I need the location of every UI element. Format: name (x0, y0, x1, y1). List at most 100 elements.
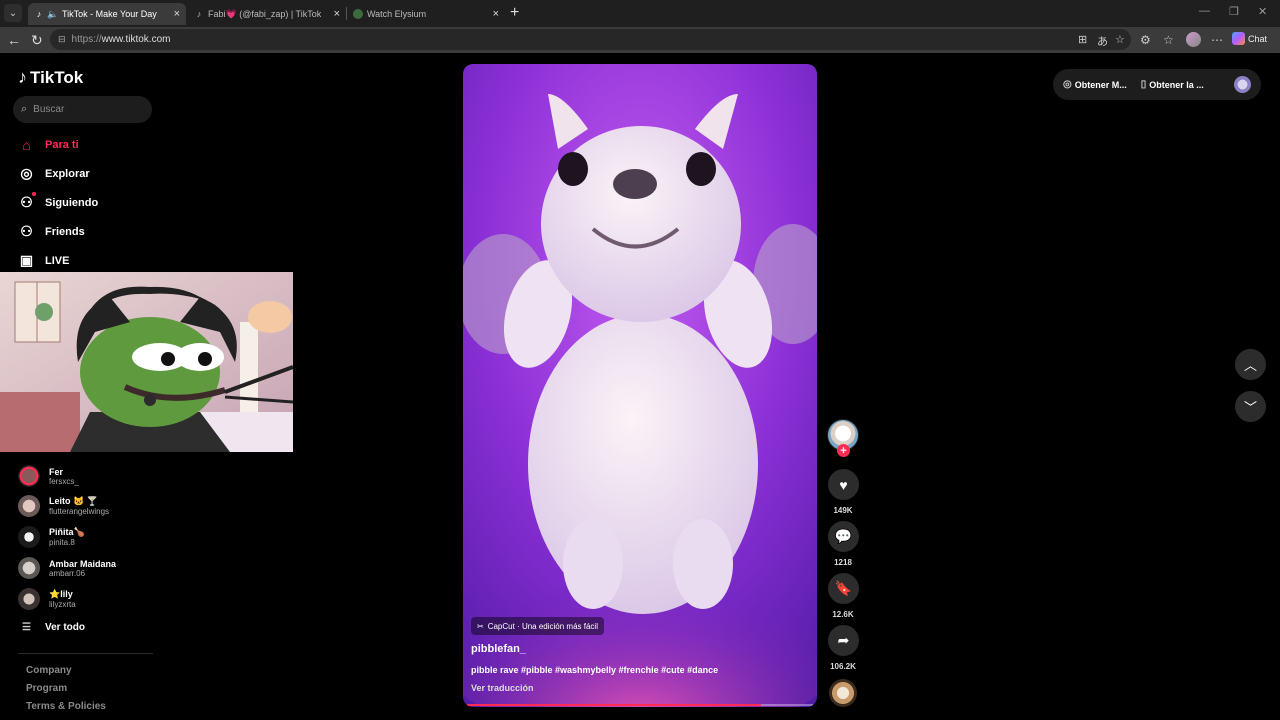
extensions-icon[interactable]: ⚙ (1140, 33, 1151, 47)
following-handle: flutterangelwings (49, 507, 110, 516)
following-item[interactable]: Piñita🍗 pinita.8 (18, 526, 85, 548)
share-icon: ➦ (837, 632, 850, 648)
phone-icon: ▯ (1140, 79, 1147, 90)
tab-title: TikTok - Make Your Day (62, 9, 157, 19)
avatar (18, 526, 40, 548)
compass-icon: ◎ (20, 165, 33, 181)
tiktok-icon: ♪ (196, 9, 202, 19)
music-disc[interactable] (829, 679, 857, 707)
back-icon[interactable]: ← (7, 32, 21, 48)
nav-label: Para ti (45, 138, 79, 151)
avatar (18, 465, 40, 487)
notification-dot (32, 192, 36, 196)
following-item[interactable]: Ambar Maidana ambarr.06 (18, 557, 116, 579)
following-icon: ⚇ (18, 192, 36, 211)
browser-tab-bar: ⌄ ♪ 🔈 TikTok - Make Your Day × ♪ Fabi💗 (… (0, 0, 1280, 27)
follow-plus-button[interactable]: + (837, 444, 850, 457)
friends-icon: ⚇ (20, 223, 33, 239)
share-count: 106.2K (830, 662, 856, 671)
nav-label: Friends (45, 225, 85, 238)
following-name: ⭐lily (49, 589, 73, 599)
following-handle: pinita.8 (49, 538, 75, 547)
tab-tiktok-home[interactable]: ♪ 🔈 TikTok - Make Your Day × (28, 3, 186, 25)
capcut-label: CapCut · Una edición más fácil (487, 621, 598, 631)
refresh-icon[interactable]: ↻ (31, 32, 43, 49)
nav-friends[interactable]: ⚇ Friends (18, 223, 85, 240)
get-coins-button[interactable]: ◎ Obtener M... (1063, 79, 1127, 90)
like-count: 149K (833, 506, 853, 515)
tab-fabi-profile[interactable]: ♪ Fabi💗 (@fabi_zap) | TikTok × (188, 3, 346, 25)
tiktok-logo[interactable]: ♪ TikTok (18, 67, 83, 88)
like-button[interactable]: ♥ (828, 469, 859, 500)
nav-label: Explorar (45, 167, 90, 180)
site-info-icon[interactable]: ⊟ (58, 34, 66, 45)
minimize-icon[interactable]: — (1199, 5, 1210, 17)
close-icon[interactable]: × (174, 8, 180, 20)
tab-watch-elysium[interactable]: Watch Elysium × (347, 3, 505, 25)
new-tab-button[interactable]: + (510, 4, 519, 22)
next-video-button[interactable]: ﹀ (1235, 391, 1266, 422)
following-item[interactable]: Leito 🐱 🍸 flutterangelwings (18, 495, 109, 517)
nav-siguiendo[interactable]: ⚇ Siguiendo (18, 192, 98, 211)
get-app-label: Obtener la ... (1149, 79, 1204, 90)
save-button[interactable]: 🔖 (828, 573, 859, 604)
user-avatar[interactable] (1234, 76, 1251, 93)
close-icon[interactable]: × (334, 8, 340, 20)
chat-label: Chat (1248, 33, 1268, 44)
search-icon: ⌕ (21, 103, 28, 115)
following-item[interactable]: ⭐lily lilyzxrta (18, 588, 76, 610)
url-scheme: https:// (71, 34, 102, 45)
speaker-icon[interactable]: 🔈 (47, 9, 58, 19)
get-app-button[interactable]: ▯ Obtener la ... (1141, 79, 1204, 90)
tab-title: Watch Elysium (367, 9, 427, 19)
more-menu-icon[interactable]: ⋯ (1211, 33, 1223, 47)
see-all-button[interactable]: ☰ Ver todo (22, 622, 85, 633)
nav-explorar[interactable]: ◎ Explorar (18, 165, 90, 182)
video-player[interactable]: ✂ CapCut · Una edición más fácil pibblef… (463, 64, 817, 707)
search-bar[interactable]: ⌕ (13, 96, 152, 123)
nav-para-ti[interactable]: ⌂ Para ti (18, 136, 79, 153)
copilot-chat-button[interactable]: Chat (1232, 32, 1267, 45)
nav-live[interactable]: ▣ LIVE (18, 252, 70, 269)
window-close-icon[interactable]: ✕ (1258, 5, 1267, 18)
heart-icon: ♥ (839, 476, 848, 493)
apps-icon[interactable]: ⊞ (1078, 33, 1087, 46)
tiktok-icon: ♪ (36, 9, 42, 19)
profile-avatar[interactable] (1186, 32, 1201, 47)
avatar (18, 557, 40, 579)
translate-icon[interactable]: あ (1097, 33, 1108, 49)
comment-button[interactable]: 💬 (828, 521, 859, 552)
favorites-icon[interactable]: ☆ (1163, 33, 1174, 47)
tab-list-button[interactable]: ⌄ (4, 4, 22, 22)
chevron-down-icon: ﹀ (1243, 400, 1257, 415)
following-item[interactable]: Fer fersxcs_ (18, 465, 79, 487)
footer-link-program[interactable]: Program (26, 683, 67, 694)
url-field[interactable]: ⊟ https:// www.tiktok.com (50, 29, 1131, 50)
following-handle: ambarr.06 (49, 568, 86, 578)
footer-link-terms[interactable]: Terms & Policies (26, 701, 106, 712)
close-icon[interactable]: × (493, 8, 499, 20)
bookmark-icon: 🔖 (834, 580, 853, 596)
search-input[interactable] (33, 104, 134, 115)
avatar (18, 495, 40, 517)
footer-link-company[interactable]: Company (26, 665, 72, 676)
translate-link[interactable]: Ver traducción (471, 683, 534, 693)
home-icon: ⌂ (22, 136, 31, 153)
favorite-star-icon[interactable]: ☆ (1115, 33, 1125, 46)
top-actions-pill: ◎ Obtener M... ▯ Obtener la ... (1053, 69, 1261, 100)
video-progress-bar[interactable] (467, 704, 813, 706)
previous-video-button[interactable]: ︿ (1235, 349, 1266, 380)
restore-icon[interactable]: ❐ (1229, 5, 1239, 18)
see-all-label: Ver todo (44, 622, 85, 633)
share-button[interactable]: ➦ (828, 625, 859, 656)
comment-count: 1218 (834, 558, 852, 567)
capcut-badge[interactable]: ✂ CapCut · Una edición más fácil (471, 617, 604, 635)
tiktok-page: ♪ TikTok ⌕ ⌂ Para ti ◎ Explorar ⚇ Siguie… (0, 53, 1280, 720)
video-description[interactable]: pibble rave #pibble #washmybelly #french… (471, 665, 718, 675)
video-username[interactable]: pibblefan_ (471, 643, 526, 655)
logo-text: TikTok (30, 67, 84, 87)
get-coins-label: Obtener M... (1074, 79, 1127, 90)
tab-title: Fabi💗 (@fabi_zap) | TikTok (208, 8, 322, 19)
following-name: Piñita🍗 (49, 527, 85, 537)
streamer-overlay-image (0, 272, 293, 452)
